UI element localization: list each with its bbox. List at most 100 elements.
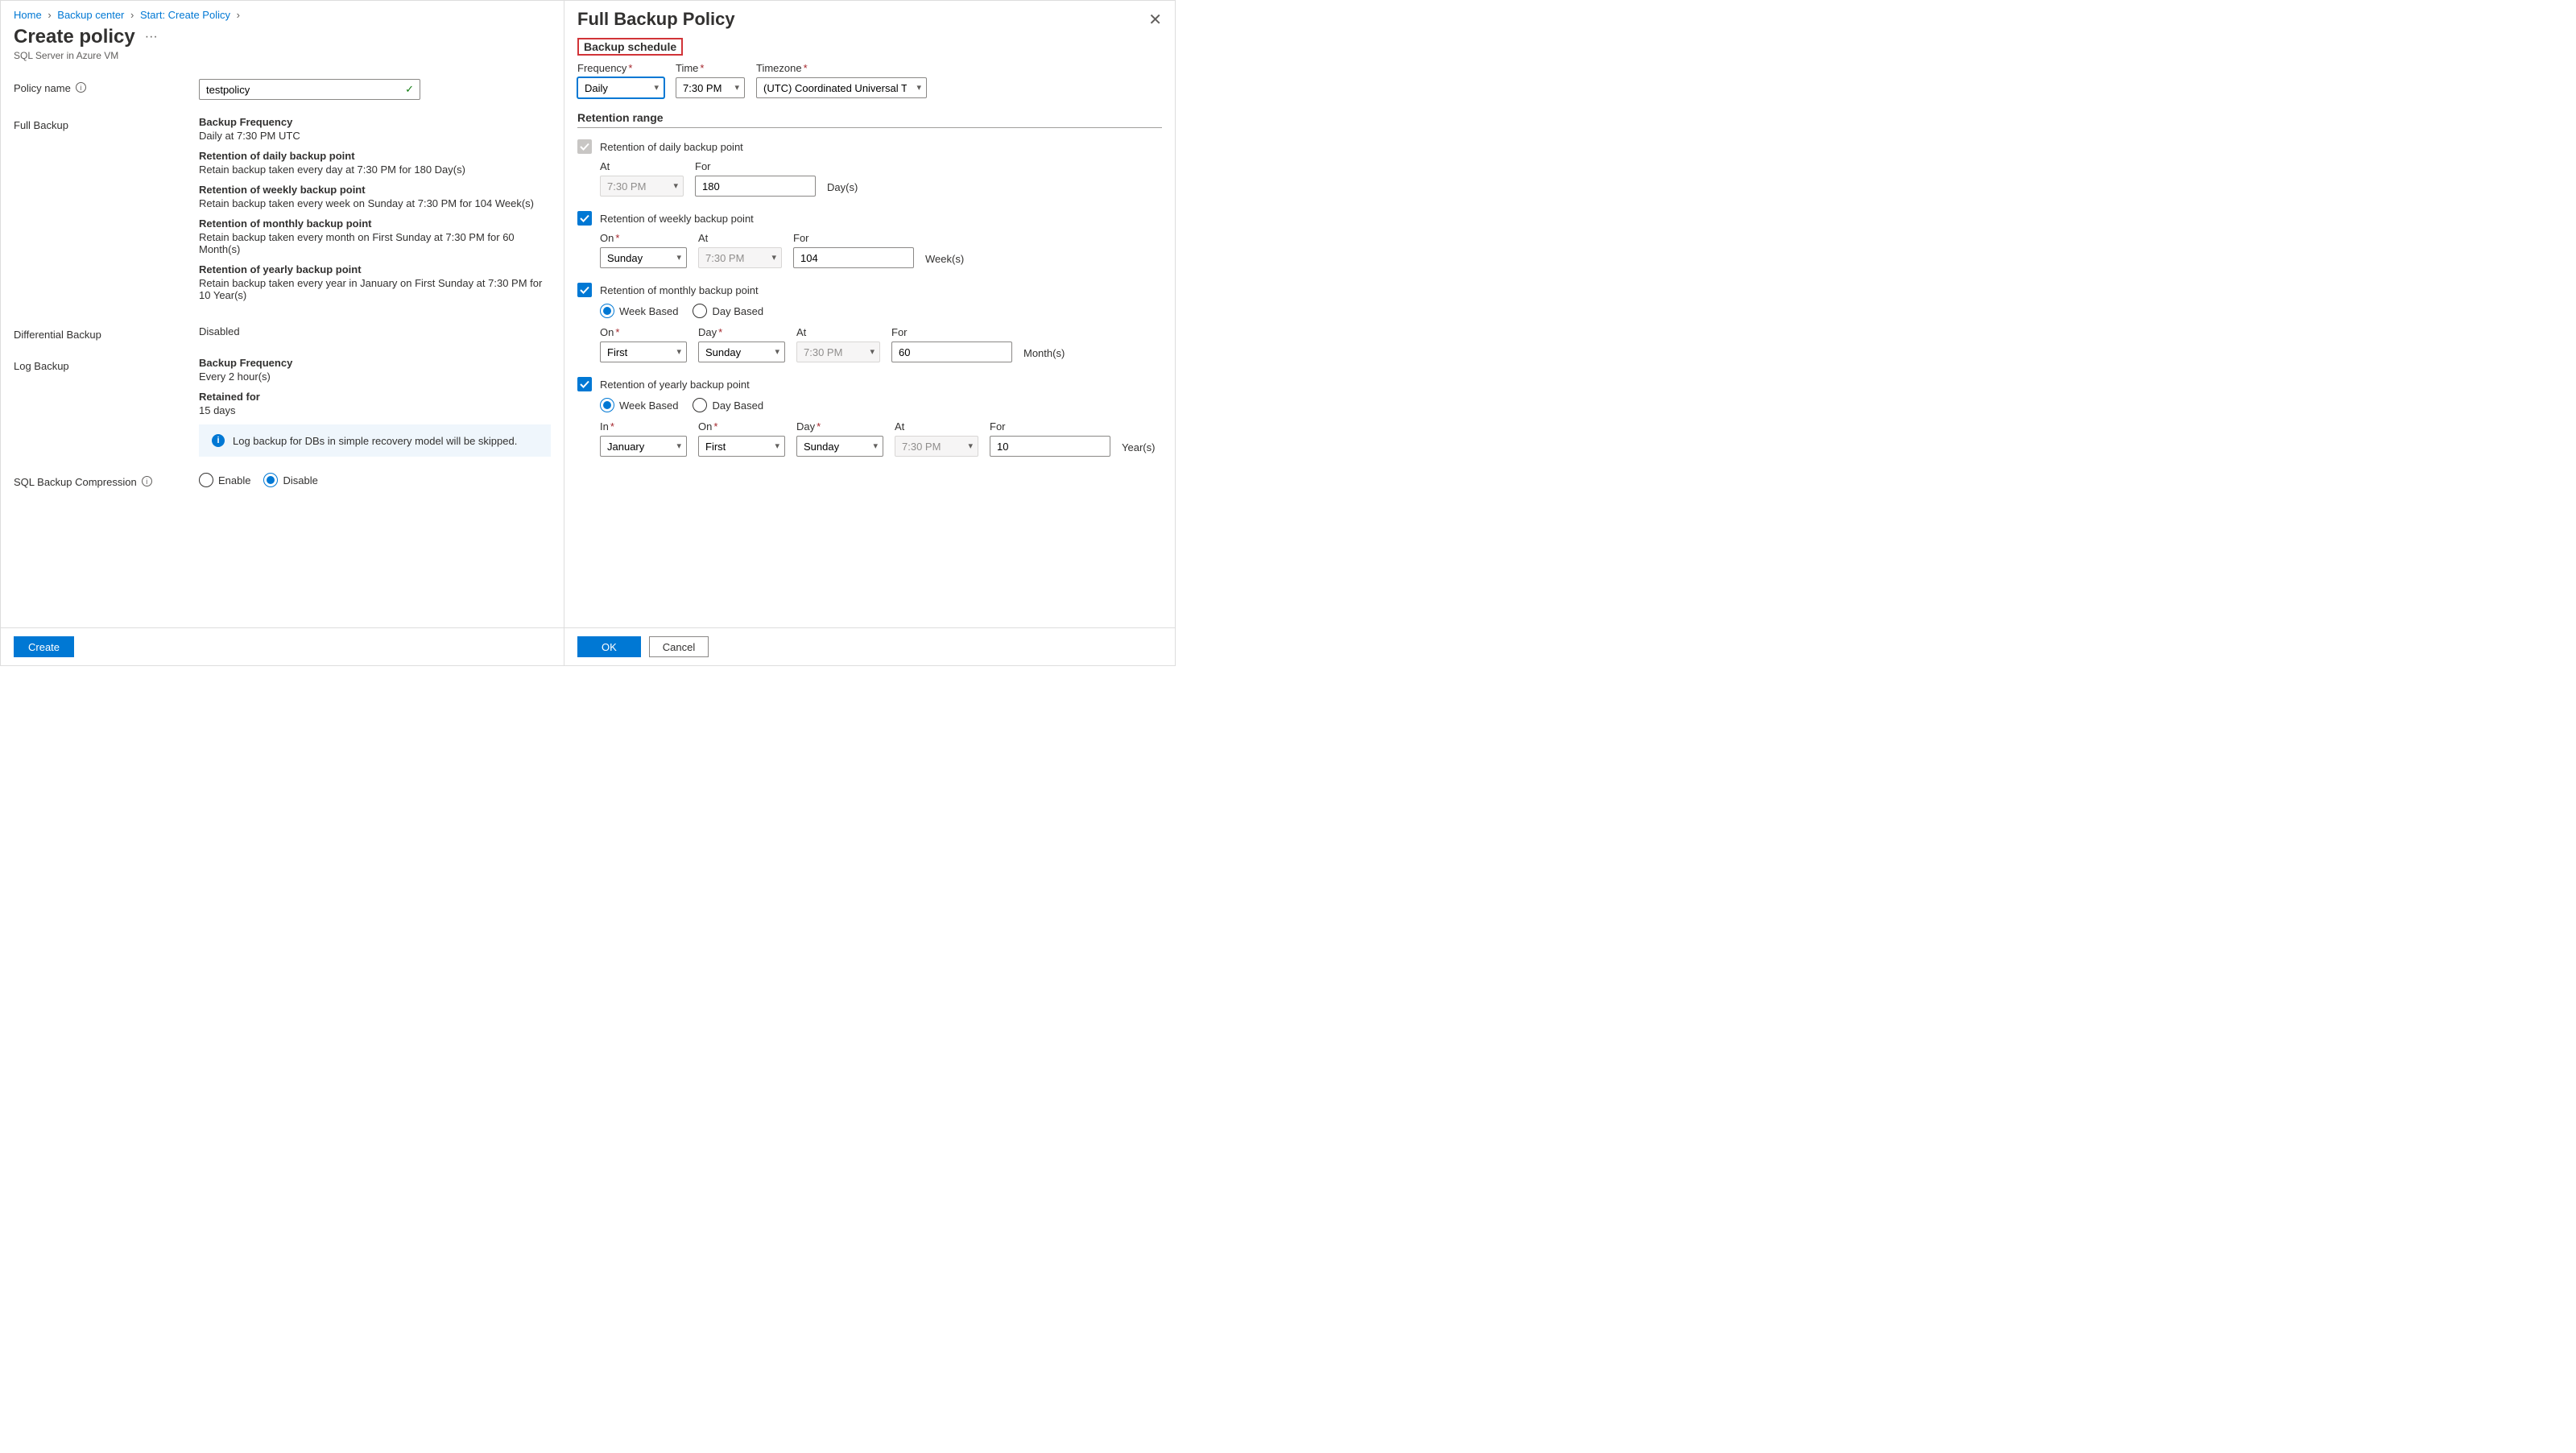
retention-range-label: Retention range: [577, 111, 1162, 124]
daily-retention-title: Retention of daily backup point: [199, 150, 551, 162]
daily-retention-checkbox: [577, 139, 592, 154]
daily-retention-value: Retain backup taken every day at 7:30 PM…: [199, 164, 551, 176]
weekly-at-select: 7:30 PM: [698, 247, 782, 268]
cancel-button[interactable]: Cancel: [649, 636, 709, 657]
breadcrumb: Home › Backup center › Start: Create Pol…: [1, 1, 564, 24]
yearly-at-select: 7:30 PM: [895, 436, 978, 457]
daily-unit-label: Day(s): [827, 181, 858, 197]
compression-label: SQL Backup Compression: [14, 476, 137, 488]
yearly-retention-cb-label: Retention of yearly backup point: [600, 379, 750, 391]
weekly-on-select[interactable]: Sunday: [600, 247, 687, 268]
timezone-label: Timezone: [756, 62, 802, 74]
log-backup-freq-value: Every 2 hour(s): [199, 370, 551, 383]
yearly-retention-title: Retention of yearly backup point: [199, 263, 551, 275]
full-backup-freq-title: Backup Frequency: [199, 116, 551, 128]
frequency-label: Frequency: [577, 62, 626, 74]
monthly-retention-value: Retain backup taken every month on First…: [199, 231, 551, 255]
monthly-unit-label: Month(s): [1023, 347, 1065, 362]
yearly-for-label: For: [990, 420, 1110, 433]
compression-disable-radio[interactable]: Disable: [263, 473, 317, 487]
yearly-in-select[interactable]: January: [600, 436, 687, 457]
monthly-day-select[interactable]: Sunday: [698, 342, 785, 362]
yearly-at-label: At: [895, 420, 978, 433]
weekly-retention-checkbox[interactable]: [577, 211, 592, 226]
timezone-select[interactable]: (UTC) Coordinated Universal Time: [756, 77, 927, 98]
monthly-week-based-radio[interactable]: Week Based: [600, 304, 678, 318]
log-backup-label: Log Backup: [14, 360, 69, 372]
full-backup-freq-value: Daily at 7:30 PM UTC: [199, 130, 551, 142]
page-title: Create policy: [14, 26, 135, 48]
policy-name-input[interactable]: [199, 79, 420, 100]
log-backup-freq-title: Backup Frequency: [199, 357, 551, 369]
yearly-day-based-label: Day Based: [712, 399, 763, 412]
monthly-day-based-radio[interactable]: Day Based: [693, 304, 763, 318]
weekly-at-label: At: [698, 232, 782, 244]
time-label: Time: [676, 62, 698, 74]
info-icon[interactable]: i: [76, 82, 86, 93]
yearly-for-input[interactable]: [990, 436, 1110, 457]
daily-retention-cb-label: Retention of daily backup point: [600, 141, 743, 153]
yearly-day-select[interactable]: Sunday: [796, 436, 883, 457]
yearly-week-based-radio[interactable]: Week Based: [600, 398, 678, 412]
breadcrumb-backup-center[interactable]: Backup center: [57, 9, 124, 21]
compression-enable-radio[interactable]: Enable: [199, 473, 250, 487]
monthly-day-based-label: Day Based: [712, 305, 763, 317]
weekly-unit-label: Week(s): [925, 253, 964, 268]
panel-title: Full Backup Policy: [577, 9, 735, 30]
log-backup-info-banner: i Log backup for DBs in simple recovery …: [199, 424, 551, 457]
monthly-retention-title: Retention of monthly backup point: [199, 217, 551, 230]
log-backup-info-text: Log backup for DBs in simple recovery mo…: [233, 435, 517, 447]
daily-at-select: 7:30 PM: [600, 176, 684, 197]
monthly-on-select[interactable]: First: [600, 342, 687, 362]
yearly-week-based-label: Week Based: [619, 399, 678, 412]
yearly-day-label: Day: [796, 420, 815, 433]
compression-disable-label: Disable: [283, 474, 317, 486]
daily-for-input[interactable]: [695, 176, 816, 197]
yearly-day-based-radio[interactable]: Day Based: [693, 398, 763, 412]
log-backup-retained-title: Retained for: [199, 391, 551, 403]
breadcrumb-home[interactable]: Home: [14, 9, 42, 21]
yearly-on-select[interactable]: First: [698, 436, 785, 457]
compression-enable-label: Enable: [218, 474, 250, 486]
checkmark-icon: ✓: [405, 83, 414, 96]
yearly-retention-checkbox[interactable]: [577, 377, 592, 391]
monthly-retention-cb-label: Retention of monthly backup point: [600, 284, 759, 296]
weekly-retention-cb-label: Retention of weekly backup point: [600, 213, 754, 225]
yearly-unit-label: Year(s): [1122, 441, 1155, 457]
monthly-for-input[interactable]: [891, 342, 1012, 362]
breadcrumb-start-create-policy[interactable]: Start: Create Policy: [140, 9, 230, 21]
yearly-on-label: On: [698, 420, 712, 433]
ok-button[interactable]: OK: [577, 636, 641, 657]
monthly-on-label: On: [600, 326, 614, 338]
page-subtitle: SQL Server in Azure VM: [1, 48, 564, 72]
log-backup-retained-value: 15 days: [199, 404, 551, 416]
daily-at-label: At: [600, 160, 684, 172]
policy-name-label: Policy name: [14, 82, 71, 94]
weekly-retention-title: Retention of weekly backup point: [199, 184, 551, 196]
daily-for-label: For: [695, 160, 816, 172]
full-backup-policy-panel: Full Backup Policy ✕ Backup schedule Fre…: [564, 1, 1175, 665]
monthly-at-select: 7:30 PM: [796, 342, 880, 362]
differential-backup-value: Disabled: [199, 325, 240, 337]
yearly-retention-value: Retain backup taken every year in Januar…: [199, 277, 551, 301]
create-button[interactable]: Create: [14, 636, 74, 657]
monthly-at-label: At: [796, 326, 880, 338]
yearly-in-label: In: [600, 420, 609, 433]
info-icon[interactable]: i: [142, 476, 152, 486]
time-select[interactable]: 7:30 PM: [676, 77, 745, 98]
monthly-week-based-label: Week Based: [619, 305, 678, 317]
more-icon[interactable]: ···: [145, 30, 158, 44]
frequency-select[interactable]: Daily: [577, 77, 664, 98]
info-icon: i: [212, 434, 225, 447]
differential-backup-label: Differential Backup: [14, 329, 101, 341]
monthly-day-label: Day: [698, 326, 717, 338]
close-icon[interactable]: ✕: [1148, 10, 1162, 30]
monthly-retention-checkbox[interactable]: [577, 283, 592, 297]
create-policy-panel: Home › Backup center › Start: Create Pol…: [1, 1, 564, 665]
backup-schedule-label: Backup schedule: [577, 38, 683, 56]
weekly-for-input[interactable]: [793, 247, 914, 268]
full-backup-label: Full Backup: [14, 119, 68, 131]
weekly-for-label: For: [793, 232, 914, 244]
weekly-on-label: On: [600, 232, 614, 244]
weekly-retention-value: Retain backup taken every week on Sunday…: [199, 197, 551, 209]
